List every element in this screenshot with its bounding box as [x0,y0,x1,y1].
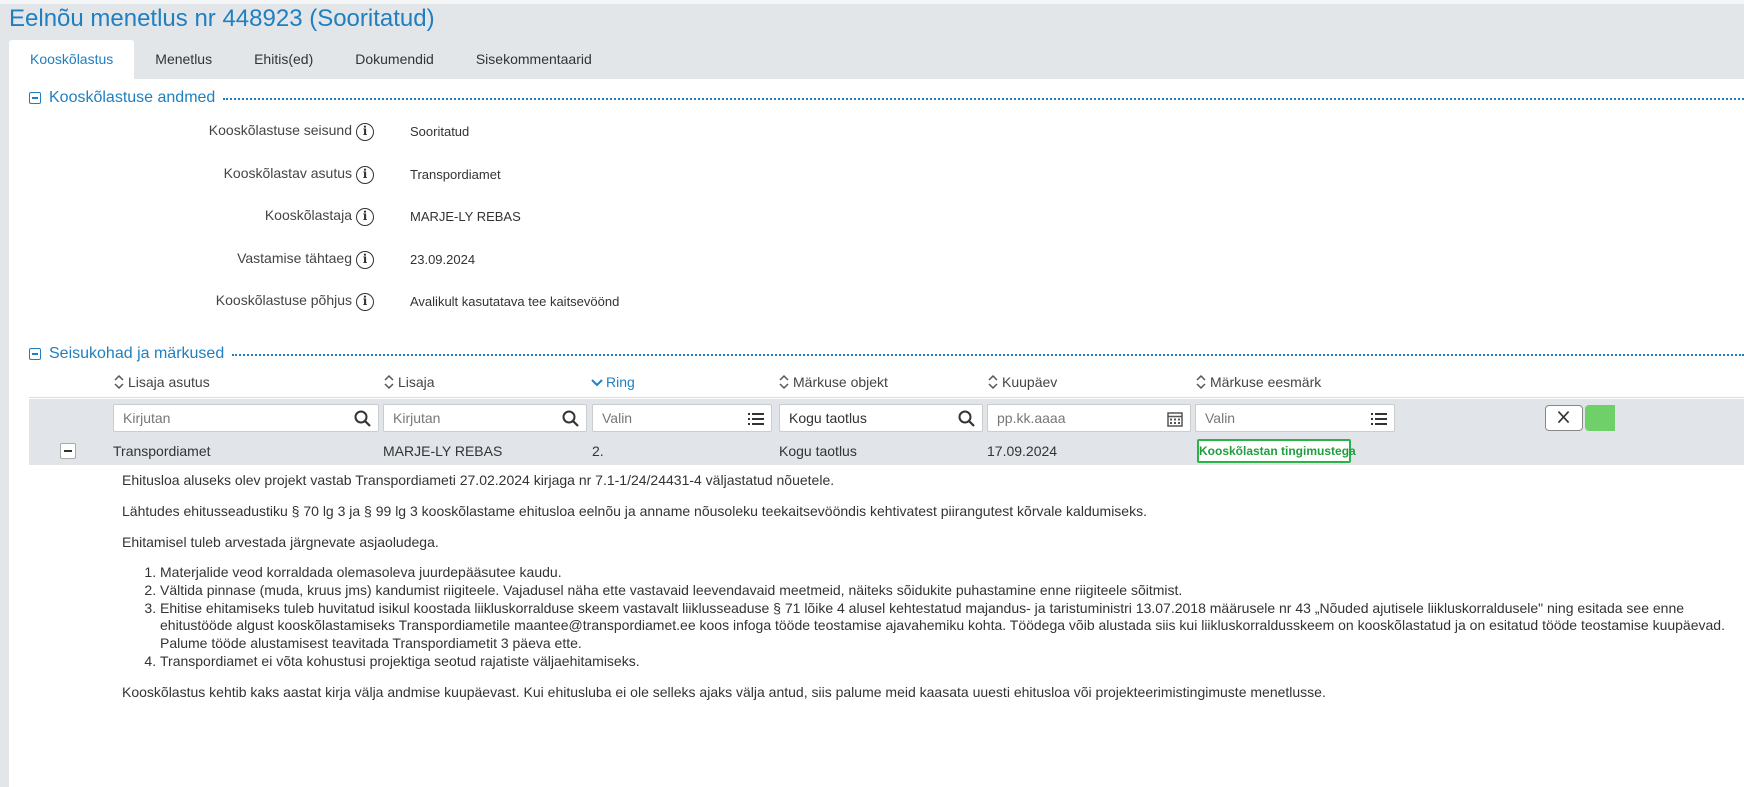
field-row-asutus: Kooskõlastav asutus i Transpordiamet [9,163,1009,185]
filter-lisaja-asutus [113,404,379,432]
field-value: MARJE-LY REBAS [410,209,521,224]
sort-icon [779,374,789,390]
column-label: Märkuse eesmärk [1210,374,1322,390]
list-item: Ehitise ehitamiseks tuleb huvitatud isik… [160,600,1742,653]
filter-input[interactable] [384,405,556,431]
filter-bar [29,399,1744,437]
sort-icon [988,374,998,390]
cell-lisaja-asutus: Transpordiamet [113,443,211,459]
filter-input[interactable] [780,405,952,431]
list-icon[interactable] [1369,409,1389,429]
info-icon[interactable]: i [356,251,374,269]
clear-filters-button[interactable] [1545,405,1583,431]
column-label: Lisaja asutus [128,374,210,390]
column-header-kuupaev[interactable]: Kuupäev [987,372,1057,392]
list-item: Transpordiamet ei võta kohustusi projekt… [160,653,1742,671]
content-panel: Kooskõlastuse andmed Kooskõlastuse seisu… [9,79,1744,787]
tab-kooskolastus[interactable]: Kooskõlastus [9,40,135,79]
search-icon[interactable] [561,409,581,429]
sort-icon [1196,374,1206,390]
section-divider [223,98,1744,100]
cell-lisaja: MARJE-LY REBAS [383,443,503,459]
field-row-seisund: Kooskõlastuse seisund i Sooritatud [9,120,1009,142]
info-icon[interactable]: i [356,208,374,226]
comment-list: Materjalide veod korraldada olemasoleva … [122,564,1742,671]
column-header-lisaja[interactable]: Lisaja [383,372,435,392]
filter-input[interactable] [114,405,348,431]
comment-paragraph: Kooskõlastus kehtib kaks aastat kirja vä… [122,684,1326,700]
column-header-lisaja-asutus[interactable]: Lisaja asutus [113,372,210,392]
top-strip [0,0,1744,4]
tab-menetlus[interactable]: Menetlus [134,40,233,79]
apply-filters-button[interactable] [1585,405,1615,431]
list-icon[interactable] [746,409,766,429]
field-row-kooskolastaja: Kooskõlastaja i MARJE-LY REBAS [9,205,1009,227]
column-label: Märkuse objekt [793,374,888,390]
search-icon[interactable] [957,409,977,429]
field-label: Kooskõlastav asutus [223,165,352,181]
field-value: Transpordiamet [410,167,501,182]
date-input[interactable] [988,405,1160,431]
field-value: Sooritatud [410,124,470,139]
comment-paragraph: Ehitusloa aluseks olev projekt vastab Tr… [122,472,835,488]
info-icon[interactable]: i [356,293,374,311]
search-icon[interactable] [353,409,373,429]
cell-kuupaev: 17.09.2024 [987,443,1058,459]
column-label: Ring [606,374,635,390]
list-item: Materjalide veod korraldada olemasoleva … [160,564,1742,582]
sort-icon [114,374,124,390]
list-item: Vältida pinnase (muda, kruus jms) kandum… [160,582,1742,600]
field-row-tahtaeg: Vastamise tähtaeg i 23.09.2024 [9,248,1009,270]
field-label: Kooskõlastuse seisund [208,122,352,138]
sort-desc-icon [591,379,603,387]
page-title: Eelnõu menetlus nr 448923 (Sooritatud) [9,5,435,32]
field-value: 23.09.2024 [410,252,476,267]
comment-paragraph: Ehitamisel tuleb arvestada järgnevate as… [122,534,439,550]
section-title: Kooskõlastuse andmed [49,89,216,106]
section-header-kooskolastuse-andmed: Kooskõlastuse andmed [29,88,1744,108]
filter-select[interactable] [593,405,741,431]
field-label: Kooskõlastuse põhjus [215,292,352,308]
tab-sisekommentaarid[interactable]: Sisekommentaarid [455,40,613,79]
filter-select[interactable] [1196,405,1364,431]
column-header-markuse-objekt[interactable]: Märkuse objekt [778,372,888,392]
cell-markuse-objekt: Kogu taotlus [779,443,857,459]
field-label: Kooskõlastaja [264,207,352,223]
collapse-icon[interactable] [29,348,41,360]
close-icon [1557,410,1570,424]
comment-paragraph: Lähtudes ehitusseadustiku § 70 lg 3 ja §… [122,503,1147,519]
sort-icon [384,374,394,390]
filter-markuse-objekt [779,404,983,432]
field-label: Vastamise tähtaeg [237,250,352,266]
info-icon[interactable]: i [356,166,374,184]
filter-ring [592,404,772,432]
table-row[interactable]: Transpordiamet MARJE-LY REBAS 2. Kogu ta… [29,437,1744,465]
filter-markuse-eesmark [1195,404,1395,432]
header-divider [29,397,1744,398]
filter-kuupaev [987,404,1191,432]
tab-bar: Kooskõlastus Menetlus Ehitis(ed) Dokumen… [9,40,613,79]
tab-ehitised[interactable]: Ehitis(ed) [233,40,334,79]
calendar-icon[interactable] [1165,409,1185,429]
field-value: Avalikult kasutatava tee kaitsevöönd [410,294,620,309]
section-header-seisukohad: Seisukohad ja märkused [29,344,1744,364]
column-header-markuse-eesmark[interactable]: Märkuse eesmärk [1195,372,1321,392]
column-header-ring[interactable]: Ring [591,372,635,392]
column-label: Kuupäev [1002,374,1058,390]
section-divider [232,354,1744,356]
field-row-pohjus: Kooskõlastuse põhjus i Avalikult kasutat… [9,290,1009,312]
tab-dokumendid[interactable]: Dokumendid [334,40,455,79]
column-label: Lisaja [398,374,435,390]
status-badge: Kooskõlastan tingimustega [1197,439,1356,463]
cell-ring: 2. [592,443,604,459]
collapse-icon[interactable] [29,92,41,104]
section-title: Seisukohad ja märkused [49,345,225,362]
filter-lisaja [383,404,587,432]
info-icon[interactable]: i [356,123,374,141]
collapse-row-button[interactable] [60,443,76,459]
